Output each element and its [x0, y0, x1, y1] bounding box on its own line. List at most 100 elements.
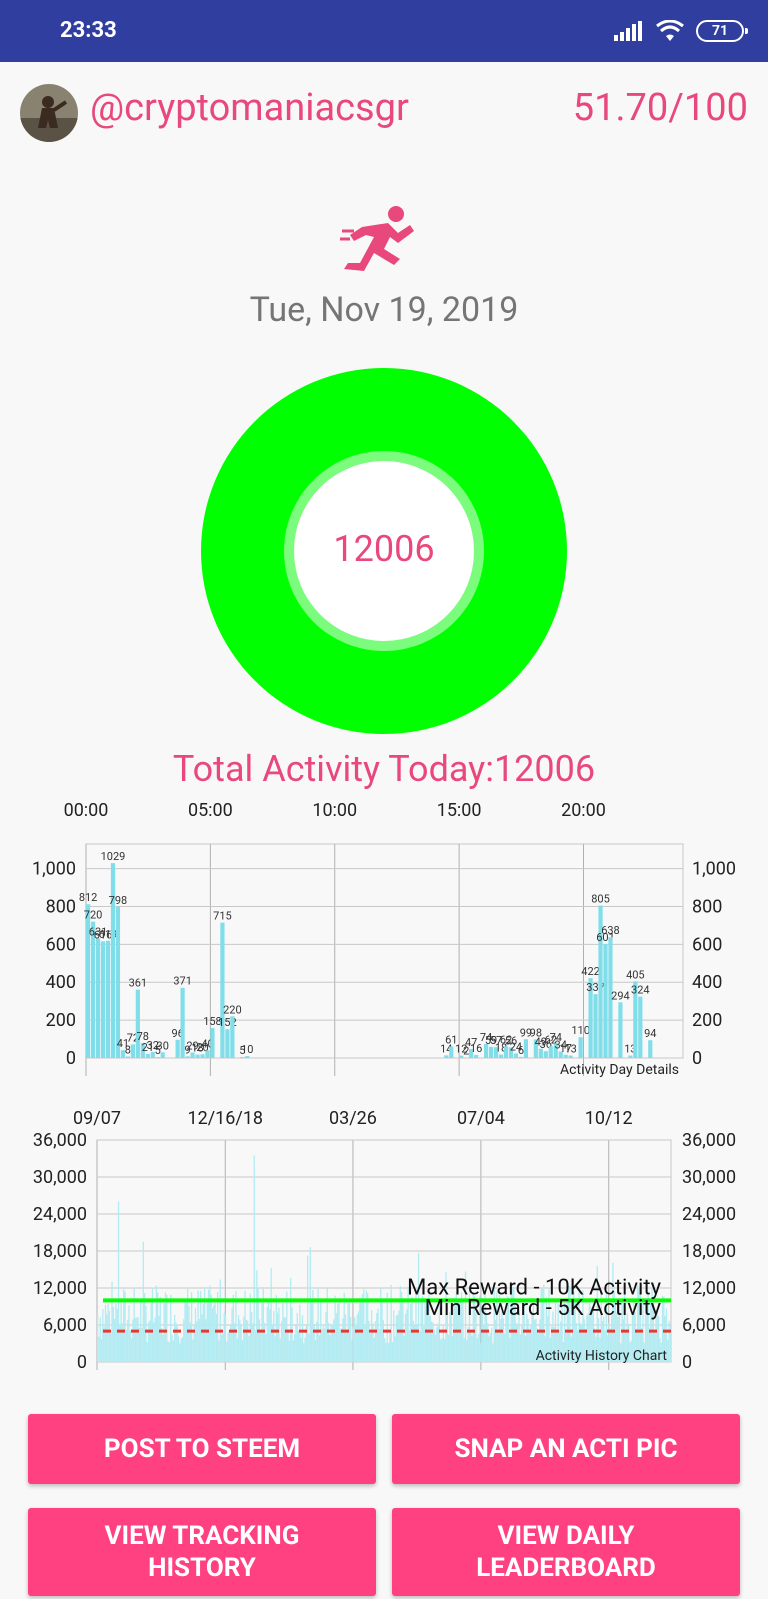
post-to-steem-button[interactable]: POST TO STEEM [28, 1414, 376, 1484]
history-chart-bar [227, 1332, 229, 1362]
day-chart-bar [518, 1056, 524, 1058]
day-chart-bar-label: 371 [173, 975, 192, 988]
status-time: 23:33 [60, 18, 117, 43]
history-chart-bar [321, 1329, 323, 1362]
history-chart-bar [253, 1155, 255, 1362]
day-chart-bar [210, 1028, 215, 1058]
history-chart-bar [515, 1323, 518, 1362]
history-chart-bar [256, 1270, 258, 1362]
history-chart-bar [287, 1328, 289, 1362]
history-chart-bar [423, 1326, 425, 1362]
history-chart-bar [138, 1328, 141, 1362]
day-chart-bar-label: 324 [631, 984, 650, 997]
status-bar: 23:33 71 [0, 0, 768, 62]
history-chart-bar [275, 1295, 278, 1362]
history-chart-bar [327, 1322, 330, 1362]
history-chart-bar [277, 1312, 279, 1362]
history-chart-bar [145, 1305, 147, 1362]
history-chart-bar [322, 1324, 324, 1362]
history-chart-bar [446, 1314, 448, 1362]
history-chart-bar [390, 1284, 392, 1362]
history-chart-bar [374, 1321, 377, 1362]
day-chart-y-tick-right: 400 [692, 972, 722, 993]
activity-history-chart[interactable]: 09/07 12/16/18 03/26 07/04 10/12 0 0 6,000 6,000… [0, 1100, 768, 1380]
history-chart-bar [367, 1292, 369, 1362]
history-chart-bar [497, 1330, 499, 1362]
history-chart-bar [132, 1319, 134, 1362]
day-chart-bar-label: 422 [581, 965, 600, 978]
history-chart-bar [166, 1294, 168, 1362]
day-chart-bar-label: 10 [241, 1043, 253, 1056]
history-chart-bar [270, 1268, 272, 1362]
history-chart-bar [372, 1323, 374, 1362]
day-chart-bar-label: 805 [591, 893, 610, 906]
history-chart-bar [352, 1326, 354, 1362]
view-daily-leaderboard-button[interactable]: VIEW DAILY LEADERBOARD [392, 1508, 740, 1596]
avatar[interactable] [20, 84, 78, 142]
history-chart-bar [368, 1321, 370, 1362]
day-chart-x-tick: 05:00 [188, 800, 233, 821]
history-chart-bar [335, 1313, 338, 1362]
history-chart-bar [203, 1286, 206, 1362]
history-chart-bar [125, 1329, 128, 1362]
day-chart-bar [200, 1054, 205, 1058]
history-chart-bar [252, 1323, 254, 1362]
history-chart-bar [249, 1293, 251, 1362]
history-chart-bar [476, 1337, 478, 1362]
history-chart-y-tick-left: 18,000 [33, 1241, 87, 1262]
history-chart-bar [181, 1337, 184, 1362]
history-chart-bar [419, 1331, 421, 1362]
day-chart-bar [135, 989, 140, 1058]
day-chart-bar [175, 1039, 180, 1058]
history-chart-bar [100, 1338, 103, 1362]
history-chart-bar [262, 1286, 264, 1362]
history-chart-bar [528, 1332, 531, 1362]
history-chart-y-tick-right: 18,000 [682, 1241, 736, 1262]
day-chart-bar [145, 1054, 150, 1058]
history-chart-bar [420, 1302, 422, 1362]
battery-icon: 71 [696, 20, 748, 42]
history-chart-bar [236, 1338, 238, 1362]
view-tracking-history-button[interactable]: VIEW TRACKING HISTORY [28, 1508, 376, 1596]
history-chart-bar [112, 1306, 114, 1362]
day-chart-bar-label: 715 [213, 910, 232, 923]
day-chart-bar-label: 361 [129, 977, 148, 990]
history-chart-bar [149, 1320, 151, 1362]
history-chart-bar [361, 1294, 364, 1362]
snap-acti-pic-button[interactable]: SNAP AN ACTI PIC [392, 1414, 740, 1484]
history-chart-bar [397, 1314, 399, 1362]
history-chart-bar [411, 1296, 413, 1362]
history-chart-bar [220, 1334, 223, 1362]
history-chart-y-tick-left: 12,000 [33, 1278, 87, 1299]
history-chart-bar [406, 1309, 408, 1362]
day-chart-bar [90, 921, 96, 1058]
history-chart-bar [490, 1327, 493, 1362]
history-chart-bar [218, 1340, 220, 1362]
history-chart-bar [147, 1322, 150, 1362]
history-chart-bar [440, 1339, 442, 1362]
history-chart-bar [136, 1317, 138, 1362]
history-chart-bar [353, 1317, 356, 1362]
history-chart-bar [97, 1314, 99, 1362]
history-chart-bar [314, 1339, 317, 1362]
history-chart-bar [527, 1318, 529, 1362]
day-chart-bar-label: 13 [564, 1043, 576, 1056]
history-chart-bar [153, 1322, 155, 1362]
day-chart-y-tick-left: 1,000 [32, 859, 76, 880]
history-chart-bar [179, 1343, 181, 1362]
history-chart-bar [241, 1339, 244, 1362]
history-chart-y-tick-left: 30,000 [33, 1167, 87, 1188]
history-chart-bar [441, 1337, 443, 1362]
history-chart-bar [430, 1321, 433, 1362]
history-chart-bar [300, 1338, 302, 1362]
history-chart-bar [248, 1336, 250, 1362]
activity-day-chart[interactable]: 00:00 05:00 10:00 15:00 20:00 0 0 200 200 400 400 6… [0, 800, 768, 1090]
history-chart-bar [290, 1277, 292, 1362]
history-chart-bar [433, 1329, 435, 1362]
day-chart-bar-label: 638 [601, 924, 620, 937]
history-chart-x-tick: 07/04 [457, 1108, 505, 1129]
history-chart-bar [224, 1313, 227, 1362]
history-chart-bar [245, 1319, 248, 1362]
history-chart-bar [267, 1302, 270, 1362]
history-chart-bar [240, 1324, 242, 1362]
